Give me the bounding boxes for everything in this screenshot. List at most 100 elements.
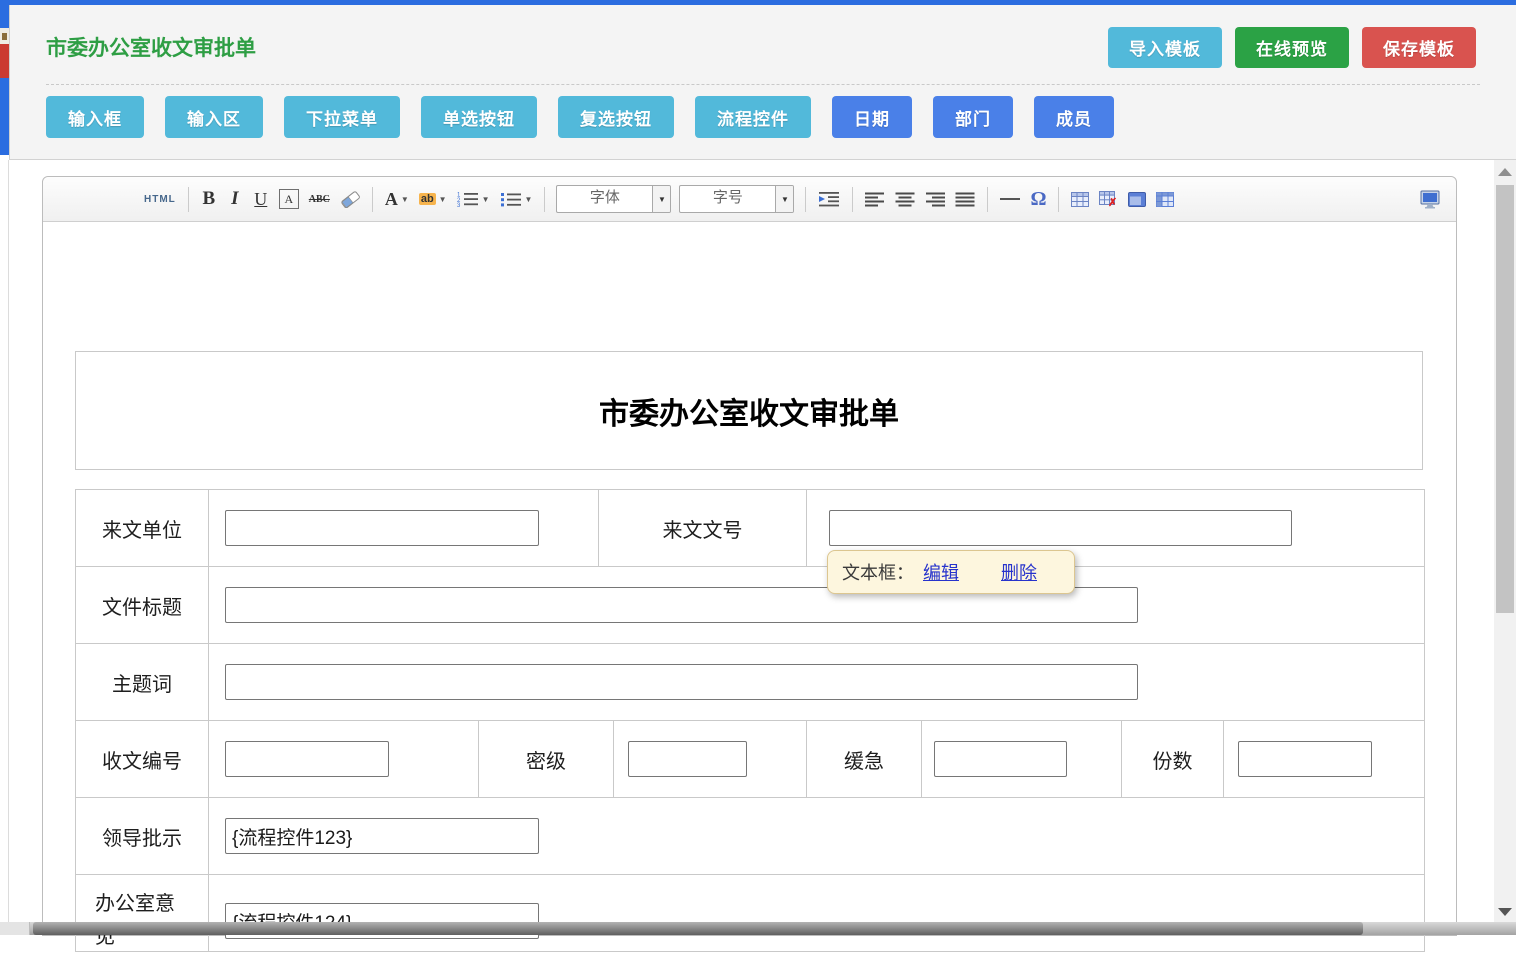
font-size-select[interactable]: 字号 ▼ [679,185,794,213]
header: 市委办公室收文审批单 导入模板 在线预览 保存模板 输入框 输入区 下拉菜单 单… [9,5,1516,160]
delete-link[interactable]: 删除 [1001,559,1037,585]
align-left-icon [865,192,885,207]
strikethrough-button[interactable]: ABC [307,184,332,214]
eraser-icon [340,191,360,208]
align-justify-button[interactable] [953,184,977,214]
table-row: 领导批示 [76,797,1424,874]
leader-remarks-input[interactable] [225,818,539,854]
highlight-icon: ab [419,193,436,205]
urgency-cell [921,721,1121,797]
horizontal-rule-icon [1000,198,1020,200]
member-button[interactable]: 成员 [1034,96,1114,138]
flow-control-button[interactable]: 流程控件 [695,96,811,138]
eraser-button[interactable] [338,184,362,214]
save-template-button[interactable]: 保存模板 [1362,27,1476,68]
department-button[interactable]: 部门 [933,96,1013,138]
receive-number-input[interactable] [225,741,389,777]
special-character-button[interactable]: Ω [1028,184,1048,214]
font-color-a-icon: A [385,189,398,210]
import-template-button[interactable]: 导入模板 [1108,27,1222,68]
unordered-list-button[interactable]: ▼ [498,184,535,214]
table-properties-icon [1128,192,1146,207]
toolbar-separator [372,187,373,212]
keywords-input[interactable] [225,664,1138,700]
editor-canvas[interactable]: 市委办公室收文审批单 来文单位 来文文号 文件标题 主题词 [43,222,1456,935]
office-opinion-cell [208,875,1424,951]
font-family-value: 字体 [557,186,652,212]
horizontal-rule-button[interactable] [998,184,1022,214]
underline-button[interactable]: U [251,184,271,214]
toolbar-separator [805,187,806,212]
maximize-icon [1419,190,1441,209]
indent-icon [818,191,840,207]
leader-remarks-cell [208,798,1424,874]
scroll-up-arrow-icon[interactable] [1498,168,1512,176]
vertical-scrollbar-thumb[interactable] [1496,185,1514,613]
horizontal-scrollbar-thumb[interactable] [33,922,1363,935]
background-left-edge-blue2 [0,78,9,155]
secrecy-input[interactable] [628,741,747,777]
receive-number-cell [208,721,478,797]
leader-remarks-label: 领导批示 [76,798,208,874]
bold-button[interactable]: B [199,184,219,214]
radio-button-button[interactable]: 单选按钮 [421,96,537,138]
insert-table-button[interactable] [1069,184,1091,214]
source-unit-label: 来文单位 [76,490,208,566]
form-table: 来文单位 来文文号 文件标题 主题词 [75,489,1425,952]
copies-input[interactable] [1238,741,1372,777]
indent-button[interactable] [816,184,842,214]
html-source-button[interactable]: HTML [142,184,178,214]
form-title: 市委办公室收文审批单 [599,389,899,433]
table-properties-button[interactable] [1126,184,1148,214]
left-border-line [8,160,9,922]
source-unit-input[interactable] [225,510,539,546]
toolbar-separator [1058,187,1059,212]
doc-title-label: 文件标题 [76,567,208,643]
chevron-down-icon: ▼ [401,195,409,204]
scroll-down-arrow-icon[interactable] [1498,908,1512,916]
header-actions: 导入模板 在线预览 保存模板 [1108,27,1476,68]
vertical-scrollbar[interactable] [1494,160,1516,922]
highlight-color-button[interactable]: ab▼ [417,184,449,214]
table-row: 文件标题 [76,566,1424,643]
delete-table-button[interactable]: ✗ [1097,184,1120,214]
edit-link[interactable]: 编辑 [923,559,959,585]
font-family-select[interactable]: 字体 ▼ [556,185,671,213]
chevron-down-icon[interactable]: ▼ [775,186,793,212]
align-center-button[interactable] [893,184,917,214]
dashed-divider [46,84,1480,85]
ordered-list-button[interactable]: 1 2 3 ▼ [455,184,492,214]
urgency-input[interactable] [934,741,1067,777]
textbox-tooltip: 文本框： 编辑 删除 [827,550,1075,594]
input-box-button[interactable]: 输入框 [46,96,144,138]
cell-properties-button[interactable] [1154,184,1176,214]
svg-text:3: 3 [457,203,461,207]
maximize-button[interactable] [1417,184,1443,214]
font-color-button[interactable]: A▼ [383,184,411,214]
doc-title-cell [208,567,1424,643]
background-left-edge-light [0,28,9,44]
doc-number-input[interactable] [829,510,1292,546]
dropdown-menu-button[interactable]: 下拉菜单 [284,96,400,138]
background-fragment [2,33,7,40]
ordered-list-icon: 1 2 3 [457,191,479,207]
date-button[interactable]: 日期 [832,96,912,138]
align-right-button[interactable] [923,184,947,214]
toolbar-separator [987,187,988,212]
svg-text:✗: ✗ [1108,197,1117,207]
align-center-icon [895,192,915,207]
table-row: 主题词 [76,643,1424,720]
italic-button[interactable]: I [225,184,245,214]
online-preview-button[interactable]: 在线预览 [1235,27,1349,68]
font-style-box-button[interactable]: A [277,184,301,214]
align-left-button[interactable] [863,184,887,214]
keywords-cell [208,644,1424,720]
copies-label: 份数 [1121,721,1223,797]
chevron-down-icon[interactable]: ▼ [652,186,670,212]
background-left-edge-blue [0,5,9,28]
delete-table-icon: ✗ [1099,191,1118,207]
chevron-down-icon: ▼ [482,195,490,204]
checkbox-button[interactable]: 复选按钮 [558,96,674,138]
horizontal-scrollbar[interactable] [0,922,1516,935]
input-area-button[interactable]: 输入区 [165,96,263,138]
